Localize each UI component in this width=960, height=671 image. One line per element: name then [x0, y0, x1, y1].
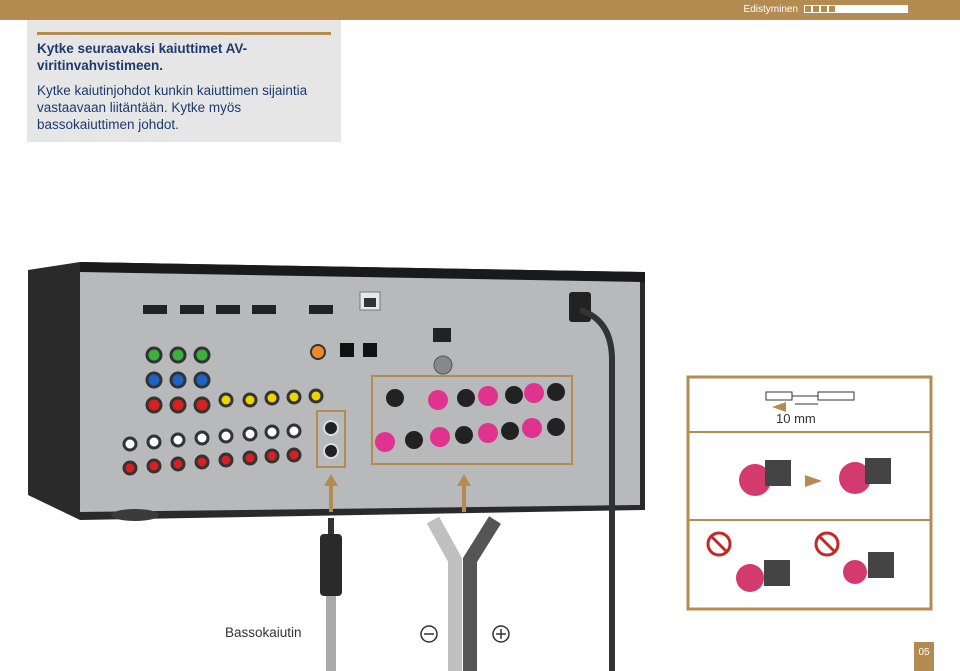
strip-length-label: 10 mm [776, 411, 816, 426]
subwoofer-caption: Bassokaiutin [225, 625, 302, 640]
coax-jack [310, 344, 326, 360]
page-number: 05 [914, 642, 934, 671]
receiver-foot [111, 509, 159, 521]
optical-port-1 [340, 343, 354, 357]
receiver-illustration [28, 262, 933, 671]
antenna-jack [433, 355, 453, 375]
subwoofer-jack-1 [323, 420, 339, 436]
component-video-jacks [145, 346, 211, 414]
ir-port [433, 328, 451, 342]
optical-port-2 [363, 343, 377, 357]
subwoofer-cable-plug [320, 518, 342, 671]
power-inlet [569, 292, 591, 322]
subwoofer-jack-2 [323, 443, 339, 459]
speaker-wire [426, 516, 501, 671]
